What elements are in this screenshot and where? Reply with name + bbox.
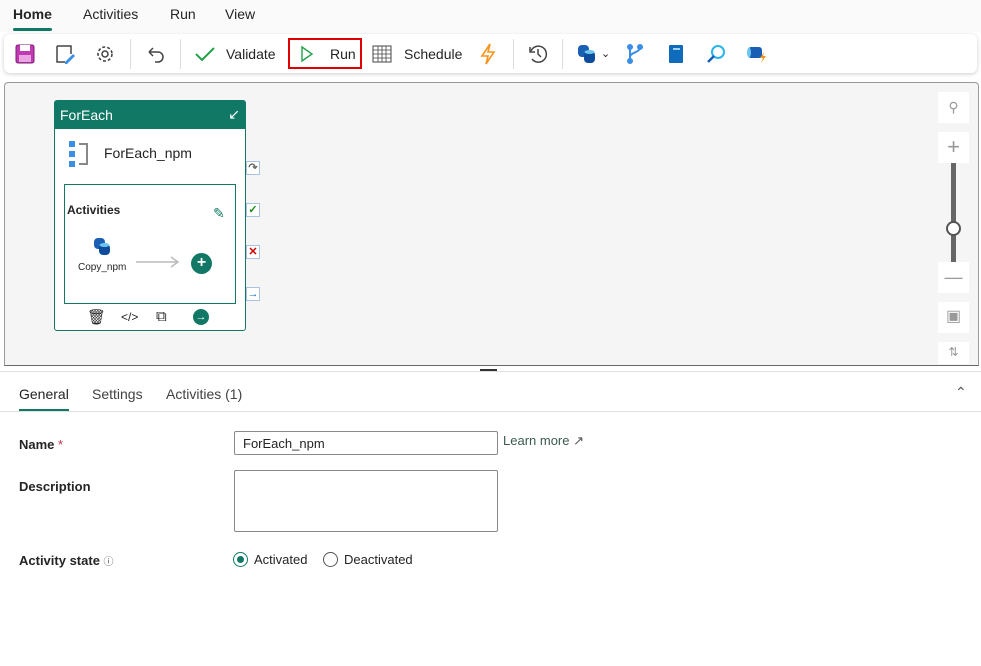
tab-view[interactable]: View bbox=[225, 6, 255, 22]
tab-activities[interactable]: Activities bbox=[83, 6, 138, 22]
learn-more-label: Learn more bbox=[503, 433, 569, 448]
activated-radio[interactable] bbox=[233, 552, 248, 567]
zoom-in-button[interactable]: + bbox=[938, 132, 969, 163]
copy-activity-icon[interactable] bbox=[93, 237, 113, 257]
save-edit-icon bbox=[54, 43, 76, 65]
tab-home[interactable]: Home bbox=[13, 6, 52, 22]
schedule-label: Schedule bbox=[404, 46, 462, 62]
database-icon bbox=[577, 43, 597, 65]
tab-activities-count[interactable]: Activities (1) bbox=[166, 386, 242, 402]
deactivated-radio[interactable] bbox=[323, 552, 338, 567]
tab-general[interactable]: General bbox=[19, 386, 69, 402]
undo-icon bbox=[144, 43, 166, 65]
branch-button[interactable] bbox=[625, 38, 645, 69]
required-asterisk: * bbox=[58, 437, 63, 452]
undo-button[interactable] bbox=[144, 38, 166, 69]
validate-label: Validate bbox=[226, 46, 276, 62]
validate-button[interactable]: Validate bbox=[194, 38, 276, 69]
activity-state-label: Activity state ⓘ bbox=[19, 553, 114, 568]
activated-label[interactable]: Activated bbox=[254, 552, 307, 567]
deactivated-label[interactable]: Deactivated bbox=[344, 552, 413, 567]
completion-port-icon[interactable]: → bbox=[246, 287, 260, 301]
gear-icon bbox=[94, 43, 116, 65]
branch-icon bbox=[625, 43, 645, 65]
schedule-button[interactable]: Schedule bbox=[372, 38, 462, 69]
save-icon bbox=[14, 43, 36, 65]
inner-activities-label: Activities bbox=[67, 203, 120, 217]
save-button[interactable] bbox=[14, 38, 36, 69]
tab-run[interactable]: Run bbox=[170, 6, 196, 22]
copy-icon[interactable]: ⧉ bbox=[156, 308, 167, 325]
failure-port-icon[interactable]: ✕ bbox=[246, 245, 260, 259]
toolbar: Validate Run Schedule ⌄ bbox=[4, 34, 977, 73]
settings-button[interactable] bbox=[94, 38, 116, 69]
auto-align-icon[interactable]: ⇅ bbox=[938, 342, 969, 364]
fit-to-screen-icon[interactable]: ▣ bbox=[938, 302, 969, 333]
dataflow-icon bbox=[745, 43, 769, 65]
search-icon bbox=[705, 43, 727, 65]
description-textarea[interactable] bbox=[234, 470, 498, 532]
run-label: Run bbox=[330, 46, 356, 62]
copy-data-dropdown[interactable]: ⌄ bbox=[577, 38, 610, 69]
learn-more-link[interactable]: Learn more ↗ bbox=[503, 433, 584, 449]
history-button[interactable] bbox=[527, 38, 549, 69]
canvas-search-icon[interactable]: ⚲ bbox=[938, 92, 969, 123]
edit-pencil-icon[interactable]: ✎ bbox=[213, 205, 225, 222]
notebook-button[interactable] bbox=[667, 38, 685, 69]
calendar-icon bbox=[372, 44, 392, 64]
add-activity-button[interactable]: + bbox=[191, 253, 212, 274]
zoom-slider-thumb[interactable] bbox=[946, 221, 961, 236]
inner-activities-container: Activities ✎ Copy_npm + bbox=[64, 184, 236, 304]
name-input[interactable]: ForEach_npm bbox=[234, 431, 498, 455]
dataflow-button[interactable] bbox=[745, 38, 769, 69]
tab-settings[interactable]: Settings bbox=[92, 386, 143, 402]
skip-port-icon[interactable]: ↷ bbox=[246, 161, 260, 175]
arrow-connector bbox=[135, 255, 181, 269]
collapse-icon[interactable]: ↙ bbox=[228, 106, 240, 123]
node-type-label: ForEach bbox=[60, 107, 113, 123]
code-icon[interactable]: </> bbox=[121, 310, 138, 324]
checkmark-icon bbox=[194, 45, 216, 63]
delete-icon[interactable]: 🗑 bbox=[87, 308, 106, 326]
go-to-activity-icon[interactable]: → bbox=[193, 309, 209, 325]
zoom-slider-track[interactable] bbox=[951, 163, 956, 263]
lookup-button[interactable] bbox=[705, 38, 727, 69]
external-link-icon: ↗ bbox=[573, 433, 584, 448]
notebook-icon bbox=[667, 43, 685, 65]
history-icon bbox=[527, 43, 549, 65]
success-port-icon[interactable]: ✓ bbox=[246, 203, 260, 217]
trigger-button[interactable] bbox=[480, 38, 496, 69]
node-header: ForEach ↙ bbox=[55, 101, 245, 129]
lightning-icon bbox=[480, 43, 496, 65]
save-as-button[interactable] bbox=[54, 38, 76, 69]
zoom-out-button[interactable]: — bbox=[938, 262, 969, 293]
child-activity-name[interactable]: Copy_npm bbox=[78, 262, 126, 273]
foreach-activity-node[interactable]: ForEach ↙ ForEach_npm Activities ✎ Copy_… bbox=[54, 100, 246, 331]
chevron-down-icon: ⌄ bbox=[601, 47, 610, 60]
info-icon[interactable]: ⓘ bbox=[104, 557, 114, 568]
description-label: Description bbox=[19, 479, 91, 494]
foreach-icon bbox=[68, 140, 90, 168]
collapse-panel-chevron-icon[interactable]: ⌃ bbox=[955, 384, 967, 401]
top-nav: Home Activities Run View bbox=[0, 0, 981, 32]
run-button[interactable]: Run bbox=[288, 38, 362, 69]
node-name: ForEach_npm bbox=[104, 145, 192, 161]
play-icon bbox=[300, 45, 314, 63]
name-label: Name * bbox=[19, 437, 63, 452]
